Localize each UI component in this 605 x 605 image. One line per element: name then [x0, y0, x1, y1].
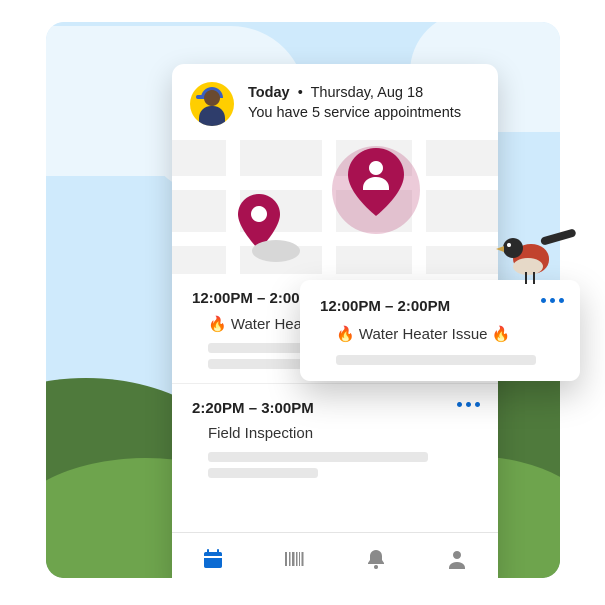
appointment-time: 12:00PM – 2:00PM — [320, 298, 560, 315]
map-view[interactable] — [172, 140, 498, 274]
tab-barcode[interactable] — [281, 546, 307, 572]
bottom-tab-bar — [172, 532, 498, 578]
appointment-item[interactable]: 2:20PM – 3:00PM Field Inspection — [172, 383, 498, 492]
tab-calendar[interactable] — [200, 546, 226, 572]
appointment-title: 🔥 Water Heater Issue 🔥 — [320, 325, 560, 343]
more-icon[interactable] — [541, 298, 564, 303]
bell-icon — [364, 547, 388, 571]
placeholder-line — [208, 468, 318, 478]
appointment-popout-card[interactable]: 12:00PM – 2:00PM 🔥 Water Heater Issue 🔥 — [300, 280, 580, 381]
today-label: Today — [248, 85, 290, 101]
tab-profile[interactable] — [444, 546, 470, 572]
header-date: Thursday, Aug 18 — [311, 85, 424, 101]
appointment-time: 2:20PM – 3:00PM — [192, 400, 478, 417]
tab-notifications[interactable] — [363, 546, 389, 572]
profile-icon — [445, 547, 469, 571]
placeholder-line — [336, 355, 536, 365]
calendar-icon — [201, 547, 225, 571]
schedule-header: Today • Thursday, Aug 18 You have 5 serv… — [172, 64, 498, 140]
placeholder-line — [208, 452, 428, 462]
header-text: Today • Thursday, Aug 18 You have 5 serv… — [248, 84, 461, 123]
person-pin-icon[interactable] — [348, 148, 404, 216]
more-icon[interactable] — [457, 402, 480, 407]
header-summary: You have 5 service appointments — [248, 104, 461, 124]
barcode-icon — [282, 547, 306, 571]
appointment-title: Field Inspection — [192, 425, 478, 442]
map-pin-icon[interactable] — [238, 194, 280, 250]
avatar[interactable] — [190, 82, 234, 126]
